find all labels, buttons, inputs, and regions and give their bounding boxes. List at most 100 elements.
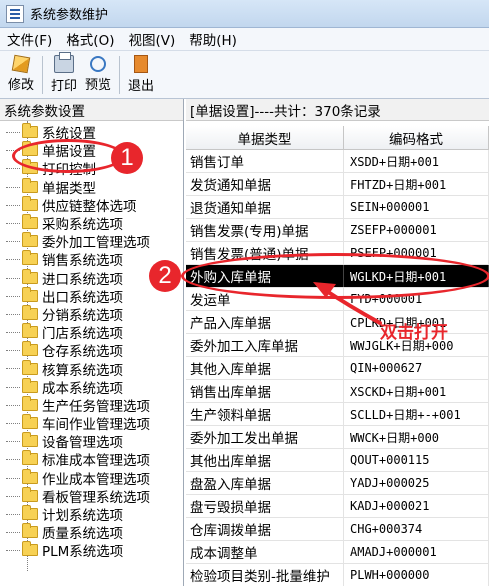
folder-icon [22,323,38,339]
settings-tree: 系统设置 单据设置 打印控制 单据类型 供应链整体选项 采购系统选项 委外加工管理选项 销售系… [0,121,183,571]
menu-file[interactable]: 文件(F) [0,29,59,49]
cell-document-type: 外购入库单据 [186,265,344,287]
cell-document-type: 发货通知单据 [186,173,344,195]
tree-item-label: 分销系统选项 [42,307,123,324]
tree-item-label: 质量系统选项 [42,526,123,543]
tree-item[interactable]: 核算系统选项 [0,359,183,379]
table-row[interactable]: 其他出库单据 QOUT+000115 [186,449,489,472]
tree-item[interactable]: 成本系统选项 [0,377,183,397]
folder-icon [22,214,38,230]
cell-code-format: PLWH+000000 [344,564,489,586]
step-badge-1: 1 [111,142,143,174]
folder-icon [22,486,38,502]
column-header-type[interactable]: 单据类型 [186,126,344,149]
table-row[interactable]: 生产领料单据 SCLLD+日期+-+001 [186,403,489,426]
table-row[interactable]: 盘盈入库单据 YADJ+000025 [186,472,489,495]
app-icon [6,4,24,23]
tree-item-label: 车间作业管理选项 [42,417,150,434]
table-row[interactable]: 外购入库单据 WGLKD+日期+001 [186,265,489,288]
column-header-format[interactable]: 编码格式 [344,126,489,149]
cell-document-type: 成本调整单 [186,541,344,563]
tree-item[interactable]: 单据设置 [0,141,183,160]
cell-code-format: CHG+000374 [344,518,489,540]
tree-item-label: 设备管理选项 [42,435,123,452]
tree-item-label: 单据类型 [42,180,96,197]
table-row[interactable]: 其他入库单据 QIN+000627 [186,357,489,380]
tree-item-label: 仓存系统选项 [42,344,123,361]
cell-document-type: 委外加工入库单据 [186,334,344,356]
tree-item[interactable]: 系统设置 [0,123,183,143]
tree-item[interactable]: 设备管理选项 [0,432,183,452]
folder-icon [22,395,38,411]
exit-button[interactable]: 退出 [124,53,158,97]
cell-document-type: 其他出库单据 [186,449,344,471]
menu-help[interactable]: 帮助(H) [182,29,244,49]
folder-icon [22,432,38,448]
table-row[interactable]: 成本调整单 AMADJ+000001 [186,541,489,564]
tree-item-label: 作业成本管理选项 [42,471,150,488]
folder-icon [22,523,38,539]
tree-item[interactable]: 单据类型 [0,177,183,197]
title-bar: 系统参数维护 [0,0,489,28]
table-row[interactable]: 仓库调拨单据 CHG+000374 [186,518,489,541]
tree-item[interactable]: 打印控制 [0,159,183,179]
tree-item[interactable]: 看板管理系统选项 [0,486,183,506]
tree-item[interactable]: 标准成本管理选项 [0,450,183,469]
grid-body: 销售订单 XSDD+日期+001 发货通知单据 FHTZD+日期+001 退货通知单据 S… [186,150,489,586]
menu-format[interactable]: 格式(O) [59,29,121,49]
tree-item-label: 打印控制 [42,162,96,179]
cell-code-format: PSEFP+000001 [344,242,489,264]
cell-document-type: 其他入库单据 [186,357,344,379]
tree-item-label: 核算系统选项 [42,362,123,379]
tree-item[interactable]: 质量系统选项 [0,523,183,543]
cell-code-format: FYD+000001 [344,288,489,310]
print-button[interactable]: 打印 [47,52,81,97]
folder-icon [22,505,38,521]
tree-item[interactable]: 委外加工管理选项 [0,232,183,251]
double-click-hint: 双击打开 [380,323,448,343]
folder-icon [22,468,38,484]
cell-document-type: 生产领料单据 [186,403,344,425]
table-row[interactable]: 委外加工发出单据 WWCK+日期+000 [186,426,489,449]
tree-panel-header: 系统参数设置 [0,99,183,121]
tree-item-label: 供应链整体选项 [42,198,137,215]
cell-document-type: 销售发票(普通)单据 [186,242,344,264]
tree-item[interactable]: 分销系统选项 [0,304,183,324]
folder-icon [22,123,38,139]
tree-item[interactable]: 门店系统选项 [0,323,183,343]
menu-view[interactable]: 视图(V) [121,29,182,49]
menu-bar: 文件(F) 格式(O) 视图(V) 帮助(H) [0,28,489,51]
tree-item[interactable]: 计划系统选项 [0,505,183,524]
tree-item[interactable]: 仓存系统选项 [0,341,183,361]
folder-icon [22,177,38,193]
table-row[interactable]: 发运单 FYD+000001 [186,288,489,311]
tree-item[interactable]: 作业成本管理选项 [0,468,183,488]
cell-code-format: SCLLD+日期+-+001 [344,403,489,425]
table-row[interactable]: 发货通知单据 FHTZD+日期+001 [186,173,489,196]
folder-icon [22,268,38,284]
table-row[interactable]: 销售订单 XSDD+日期+001 [186,150,489,173]
table-row[interactable]: 销售出库单据 XSCKD+日期+001 [186,380,489,403]
tree-item-label: 看板管理系统选项 [42,489,150,506]
cell-code-format: QIN+000627 [344,357,489,379]
table-row[interactable]: 盘亏毁损单据 KADJ+000021 [186,495,489,518]
folder-icon [22,195,38,211]
cell-code-format: ZSEFP+000001 [344,219,489,241]
tree-item[interactable]: PLM系统选项 [0,541,183,560]
table-row[interactable]: 销售发票(普通)单据 PSEFP+000001 [186,242,489,265]
cell-document-type: 委外加工发出单据 [186,426,344,448]
records-header: [单据设置]----共计：370条记录 [186,99,489,121]
tree-item-label: 系统设置 [42,126,96,143]
edit-button[interactable]: 修改 [4,53,38,97]
tree-item-label: 采购系统选项 [42,217,123,234]
tree-item[interactable]: 供应链整体选项 [0,195,183,215]
tree-item[interactable]: 采购系统选项 [0,214,183,234]
tree-item[interactable]: 车间作业管理选项 [0,414,183,434]
tree-item[interactable]: 生产任务管理选项 [0,395,183,415]
table-row[interactable]: 退货通知单据 SEIN+000001 [186,196,489,219]
tree-item-label: 成本系统选项 [42,380,123,397]
tree-item-label: 门店系统选项 [42,326,123,343]
table-row[interactable]: 销售发票(专用)单据 ZSEFP+000001 [186,219,489,242]
preview-button[interactable]: 预览 [81,53,115,97]
table-row[interactable]: 检验项目类别-批量维护 PLWH+000000 [186,564,489,586]
